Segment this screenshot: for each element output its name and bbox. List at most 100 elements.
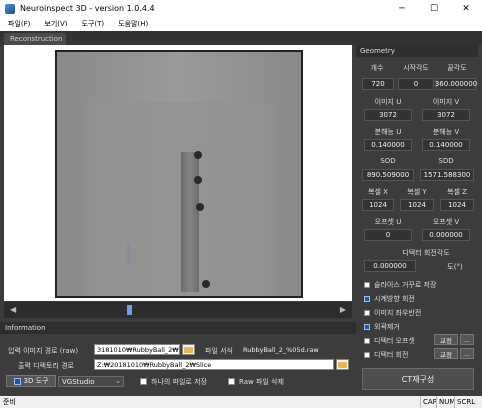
option-flip-horizontal[interactable]: 이미지 좌우반전 — [364, 308, 421, 318]
offset-u-field[interactable]: 0 — [364, 229, 412, 241]
bead-marker — [202, 280, 210, 288]
title-bar: Neuroinspect 3D - version 1.0.4.4 ─ ☐ ✕ — [0, 0, 482, 17]
slider-prev-arrow[interactable]: ◀ — [10, 305, 16, 314]
detector-offset-label: 디텍터 오프셋 — [374, 337, 415, 345]
single-file-checkbox[interactable] — [140, 378, 147, 385]
res-u-field[interactable]: 0.140000 — [364, 139, 412, 151]
output-folder-button[interactable] — [336, 359, 349, 370]
image-v-field[interactable]: 3072 — [422, 109, 470, 121]
voxel-x-field[interactable]: 1024 — [362, 199, 394, 211]
clockwise-checkbox[interactable] — [364, 296, 370, 302]
image-viewer[interactable] — [4, 45, 352, 301]
sod-field[interactable]: 890.509000 — [362, 169, 414, 181]
slider-thumb[interactable] — [127, 305, 133, 315]
voxel-z-label: 복셀 Z — [447, 188, 467, 196]
image-u-field[interactable]: 3072 — [364, 109, 412, 121]
menu-file[interactable]: 파일(F) — [0, 19, 36, 29]
flip-horizontal-checkbox[interactable] — [364, 310, 370, 316]
remove-outer-label: 외곽제거 — [374, 323, 400, 331]
3d-tool-checkbox[interactable] — [13, 377, 21, 385]
end-angle-field[interactable]: 360.000000 — [435, 78, 477, 90]
image-u-label: 이미지 U — [374, 98, 402, 106]
reverse-slices-label: 슬라이스 거꾸로 저장 — [374, 281, 437, 289]
input-path-field[interactable]: 3181010₩RubbyBall_2₩Rubb — [94, 344, 180, 355]
option-detector-rotation[interactable]: 디텍터 회전 — [364, 350, 408, 360]
sdd-label: SDD — [438, 157, 454, 165]
rod-shape — [181, 152, 199, 292]
detector-offset-correct-button[interactable]: 교정 — [434, 334, 458, 345]
output-dir-label: 출력 디렉토리 경로 — [18, 362, 74, 370]
start-angle-field[interactable]: 0 — [398, 78, 434, 90]
option-detector-offset[interactable]: 디텍터 오프셋 — [364, 336, 415, 346]
sdd-field[interactable]: 1571.588300 — [420, 169, 474, 181]
tab-reconstruction[interactable]: Reconstruction — [4, 33, 66, 45]
geometry-header: Geometry — [356, 45, 478, 57]
app-icon — [5, 3, 15, 14]
res-v-field[interactable]: 0.140000 — [422, 139, 470, 151]
menu-bar: 파일(F) 보기(V) 도구(T) 도움말(H) — [0, 17, 482, 31]
detector-offset-checkbox[interactable] — [364, 338, 370, 344]
voxel-x-label: 복셀 X — [368, 188, 388, 196]
maximize-button[interactable]: ☐ — [418, 0, 450, 17]
menu-view[interactable]: 보기(V) — [36, 19, 73, 29]
ct-reconstruct-button[interactable]: CT재구성 — [362, 368, 474, 390]
detector-rot-field[interactable]: 0.000000 — [364, 260, 416, 272]
voxel-y-field[interactable]: 1024 — [400, 199, 434, 211]
file-format-label: 파일 서식 — [205, 347, 233, 355]
raw-delete-label: Raw 파일 삭제 — [239, 378, 284, 386]
remove-outer-checkbox[interactable] — [364, 324, 370, 330]
end-angle-label: 끝각도 — [447, 64, 467, 72]
offset-u-label: 오프셋 U — [374, 218, 402, 226]
file-format-field[interactable]: RubbyBall_2_%05d.raw — [240, 344, 350, 355]
option-clockwise[interactable]: 시계방향 회전 — [364, 294, 415, 304]
res-u-label: 분해능 U — [374, 128, 402, 136]
voxel-y-label: 복셀 Y — [407, 188, 427, 196]
voxel-z-field[interactable]: 1024 — [440, 199, 474, 211]
sod-label: SOD — [380, 157, 396, 165]
detector-offset-more-button[interactable]: ... — [460, 334, 474, 345]
offset-v-field[interactable]: 0.000000 — [422, 229, 470, 241]
close-button[interactable]: ✕ — [450, 0, 482, 17]
detector-rotation-label: 디텍터 회전 — [374, 351, 409, 359]
folder-icon — [338, 361, 347, 368]
3d-tool-button[interactable]: 3D 도구 — [6, 375, 56, 387]
count-label: 개수 — [370, 64, 384, 72]
menu-tools[interactable]: 도구(T) — [74, 19, 111, 29]
tool-select[interactable]: VGStudio ⌄ — [58, 376, 124, 387]
raw-delete-checkbox[interactable] — [228, 378, 235, 385]
folder-icon — [184, 346, 193, 353]
menu-help[interactable]: 도움말(H) — [110, 19, 154, 29]
minimize-button[interactable]: ─ — [386, 0, 418, 17]
output-dir-field[interactable]: Z:₩20181010₩RubbyBall_2₩Slice — [94, 359, 334, 370]
status-scrl: SCRL — [454, 396, 477, 408]
reverse-slices-checkbox[interactable] — [364, 282, 370, 288]
information-header: Information — [0, 322, 356, 334]
input-path-label: 입력 이미지 경로 (raw) — [8, 347, 79, 355]
information-panel: Information 입력 이미지 경로 (raw) 3181010₩Rubb… — [0, 322, 356, 396]
tab-bar: Reconstruction — [0, 31, 482, 45]
status-ready-text: 준비 — [3, 398, 16, 406]
detector-rotation-correct-button[interactable]: 교정 — [434, 348, 458, 359]
chevron-down-icon: ⌄ — [115, 377, 121, 385]
count-field[interactable]: 720 — [362, 78, 394, 90]
projection-svg — [57, 52, 301, 296]
single-file-label: 하나의 파일로 저장 — [151, 378, 207, 386]
status-bar: 준비 CAP NUM SCRL — [0, 396, 482, 408]
projection-image — [55, 50, 303, 298]
bead-marker — [196, 203, 204, 211]
option-reverse-slices[interactable]: 슬라이스 거꾸로 저장 — [364, 280, 436, 290]
detector-rotation-more-button[interactable]: ... — [460, 348, 474, 359]
bead-marker — [194, 176, 202, 184]
slider-next-arrow[interactable]: ▶ — [340, 305, 346, 314]
detector-rot-label: 디텍터 회전각도 — [402, 249, 450, 257]
res-v-label: 분해능 V — [432, 128, 460, 136]
detector-rotation-checkbox[interactable] — [364, 352, 370, 358]
slice-slider[interactable]: ◀ ▶ — [4, 302, 352, 318]
degree-unit-label: 도(°) — [447, 263, 463, 271]
input-folder-button[interactable] — [182, 344, 195, 355]
clockwise-label: 시계방향 회전 — [374, 295, 415, 303]
geometry-panel: Geometry 개수 시작각도 끝각도 720 0 360.000000 이미… — [356, 45, 478, 395]
option-remove-outer[interactable]: 외곽제거 — [364, 322, 400, 332]
bead-marker — [194, 151, 202, 159]
window-title: Neuroinspect 3D - version 1.0.4.4 — [20, 4, 155, 13]
